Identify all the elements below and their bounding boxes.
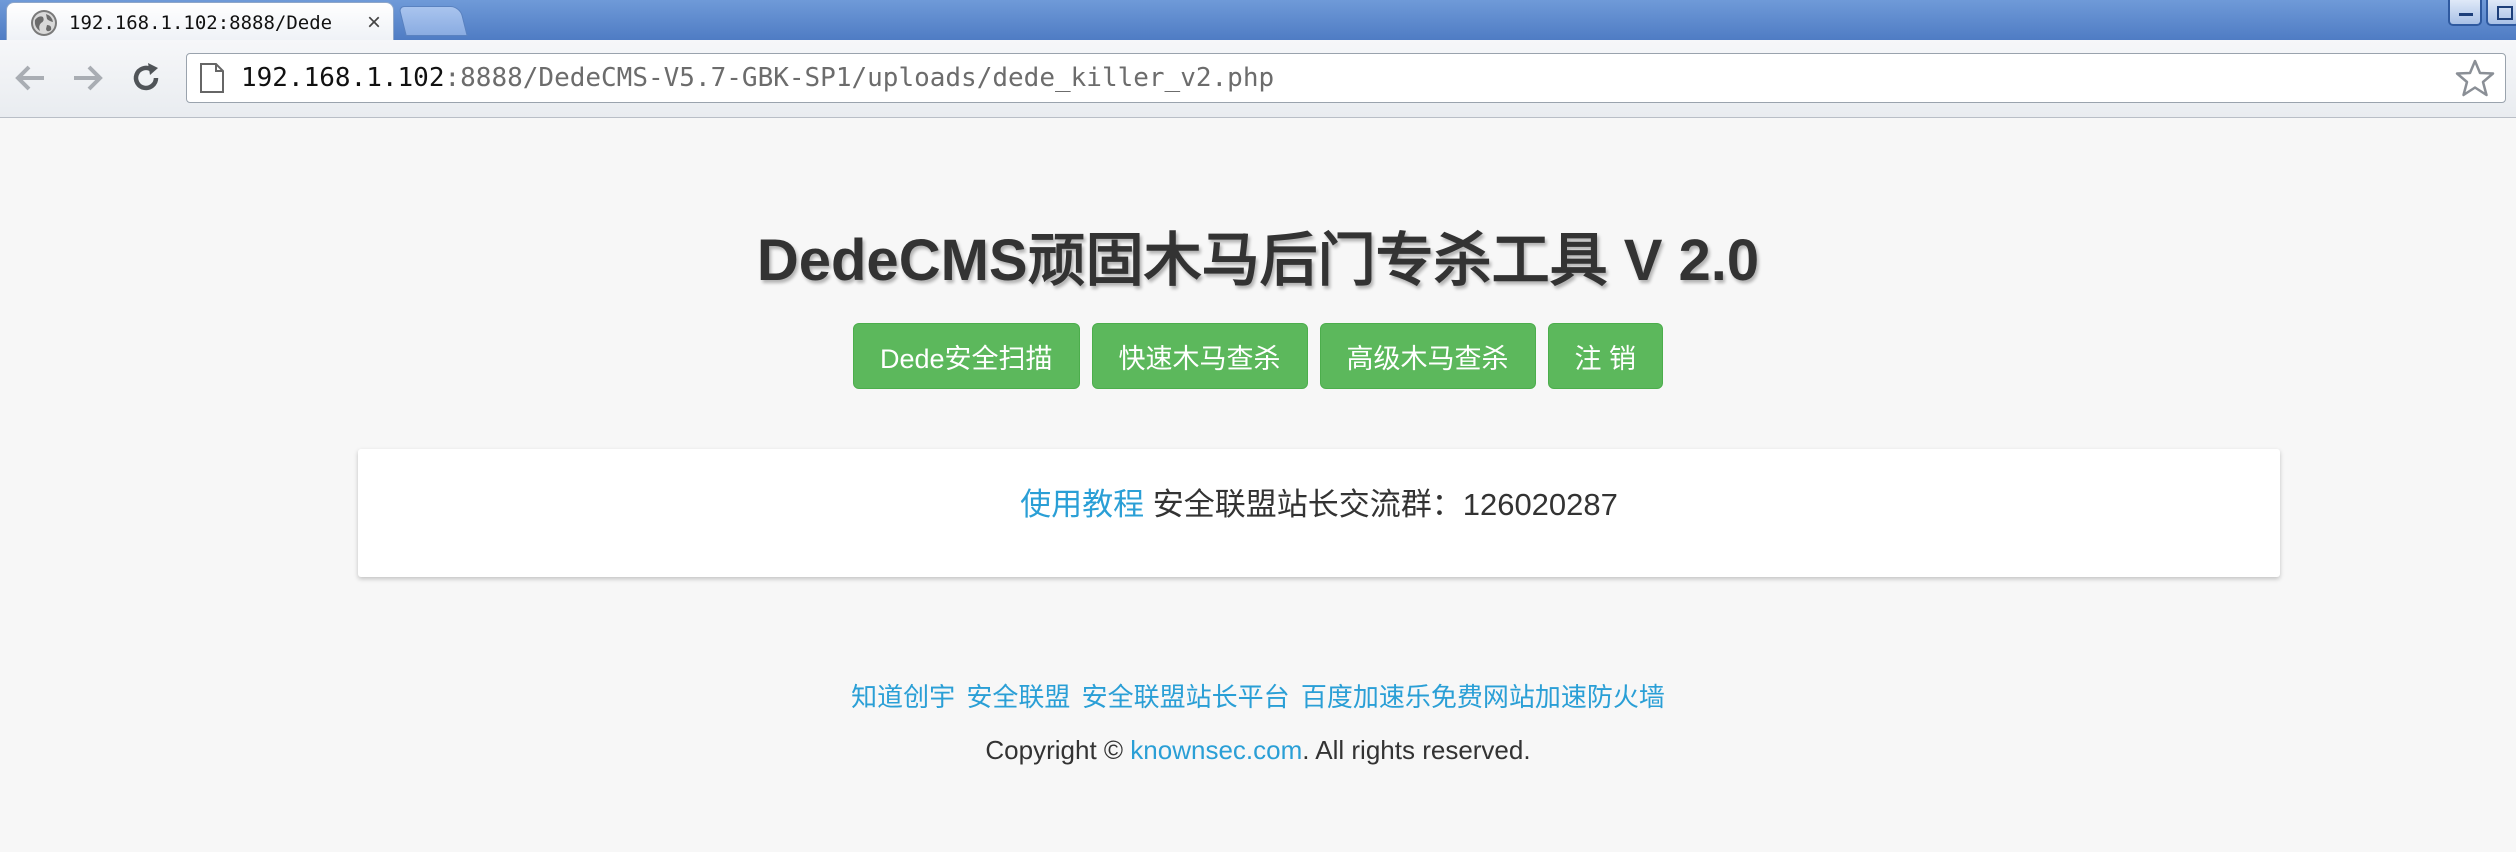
minimize-button[interactable] (2448, 0, 2482, 26)
footer-links: 知道创宇 安全联盟 安全联盟站长平台 百度加速乐免费网站加速防火墙 (0, 677, 2516, 714)
copyright-suffix: . All rights reserved. (1302, 735, 1531, 765)
browser-tab[interactable]: 192.168.1.102:8888/Dede × (6, 2, 394, 42)
reload-icon (133, 63, 159, 91)
page-icon (200, 63, 224, 93)
footer-link-webmaster-platform[interactable]: 安全联盟站长平台 (1082, 682, 1290, 712)
tutorial-link[interactable]: 使用教程 (1020, 487, 1144, 522)
copyright-prefix: Copyright © (985, 735, 1131, 765)
close-icon[interactable]: × (367, 10, 381, 35)
footer-link-jiasule[interactable]: 百度加速乐免费网站加速防火墙 (1301, 682, 1665, 712)
footer-link-knownsec[interactable]: 知道创宇 (851, 682, 955, 712)
page-title: DedeCMS顽固木马后门专杀工具 V 2.0 (756, 228, 1760, 293)
advanced-trojan-scan-button[interactable]: 高级木马查杀 (1319, 323, 1536, 389)
logout-button[interactable]: 注 销 (1547, 323, 1664, 389)
quick-trojan-scan-button[interactable]: 快速木马查杀 (1091, 323, 1308, 389)
tab-strip: 192.168.1.102:8888/Dede × (0, 0, 2516, 42)
url-path: :8888/DedeCMS-V5.7-GBK-SP1/uploads/dede_… (444, 63, 1275, 93)
community-group-text: 安全联盟站长交流群：126020287 (1144, 487, 1618, 522)
back-arrow-icon (15, 65, 44, 91)
tab-title: 192.168.1.102:8888/Dede (69, 11, 333, 34)
maximize-button[interactable] (2486, 0, 2516, 26)
forward-button[interactable] (66, 56, 110, 100)
copyright: Copyright © knownsec.com. All rights res… (0, 735, 2516, 766)
address-bar[interactable]: 192.168.1.102:8888/DedeCMS-V5.7-GBK-SP1/… (186, 53, 2506, 103)
url-host: 192.168.1.102 (241, 63, 445, 93)
copyright-link[interactable]: knownsec.com (1130, 735, 1302, 765)
url-text[interactable]: 192.168.1.102:8888/DedeCMS-V5.7-GBK-SP1/… (241, 63, 2455, 93)
info-panel: 使用教程 安全联盟站长交流群：126020287 (358, 449, 2280, 577)
forward-arrow-icon (74, 65, 103, 91)
back-button[interactable] (8, 56, 52, 100)
dede-security-scan-button[interactable]: Dede安全扫描 (852, 323, 1080, 389)
browser-toolbar: 192.168.1.102:8888/DedeCMS-V5.7-GBK-SP1/… (0, 40, 2516, 118)
new-tab-button[interactable] (398, 6, 468, 36)
page-content: DedeCMS顽固木马后门专杀工具 V 2.0 Dede安全扫描 快速木马查杀 … (0, 119, 2516, 852)
star-icon[interactable] (2455, 58, 2495, 98)
footer-link-anquan[interactable]: 安全联盟 (966, 682, 1070, 712)
reload-button[interactable] (124, 56, 168, 100)
globe-icon (31, 9, 57, 36)
action-buttons: Dede安全扫描 快速木马查杀 高级木马查杀 注 销 (0, 323, 2516, 389)
